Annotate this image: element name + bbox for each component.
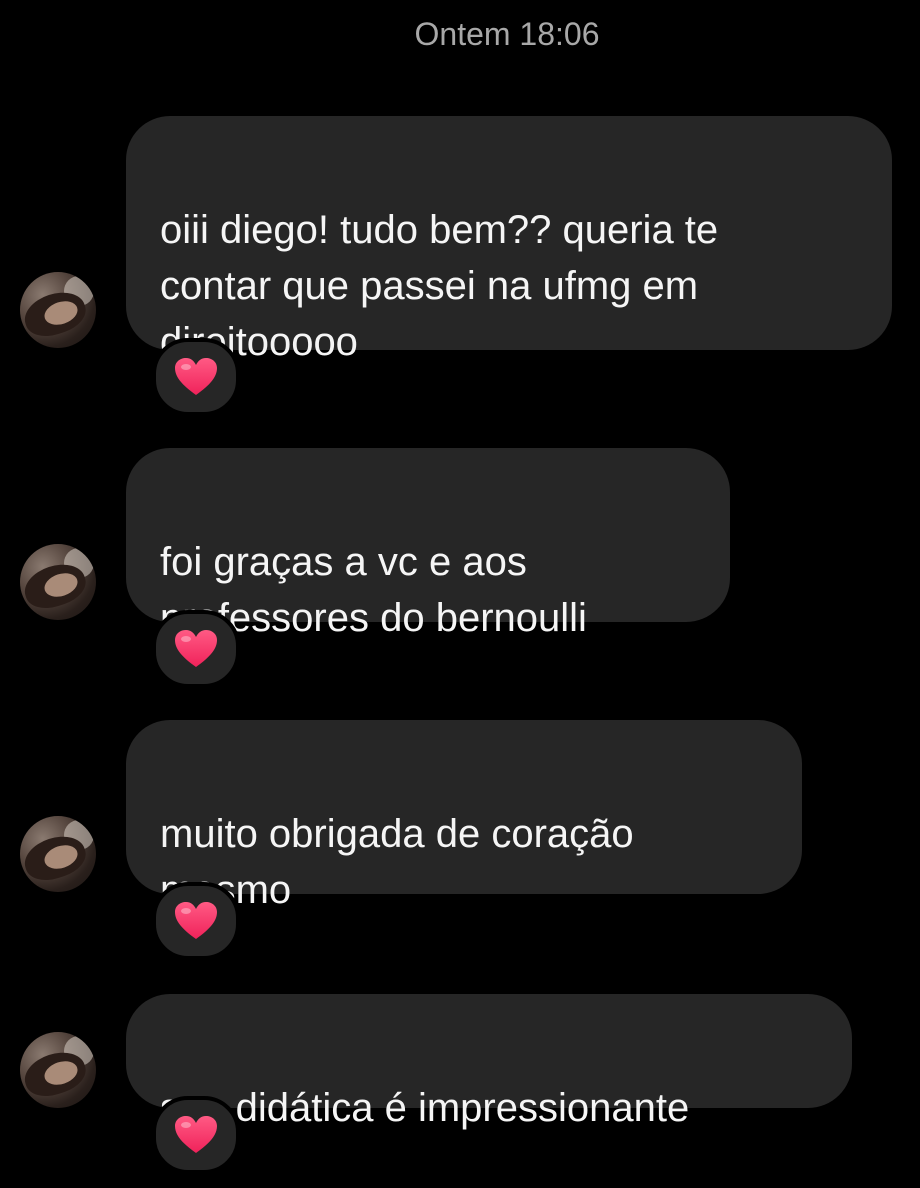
heart-reaction[interactable]: [152, 338, 240, 416]
message-timestamp: Ontem 18:06: [414, 16, 600, 52]
heart-reaction[interactable]: [152, 882, 240, 960]
message-text: sua didática é impressionante: [160, 1086, 690, 1130]
heart-icon: [175, 1116, 217, 1153]
heart-icon: [175, 902, 217, 939]
sender-avatar[interactable]: [20, 544, 96, 620]
timestamp-row: Ontem 18:06: [0, 16, 920, 53]
message-bubble[interactable]: foi graças a vc e aos professores do ber…: [126, 448, 730, 640]
sender-avatar[interactable]: [20, 272, 96, 348]
heart-reaction[interactable]: [152, 1096, 240, 1174]
heart-icon: [175, 358, 217, 395]
message-bubble[interactable]: oiii diego! tudo bem?? queria te contar …: [126, 116, 892, 364]
message-bubble[interactable]: sua didática é impressionante: [126, 994, 852, 1130]
message-bubble[interactable]: muito obrigada de coração mesmo: [126, 720, 802, 912]
message-text: oiii diego! tudo bem?? queria te contar …: [160, 208, 719, 364]
sender-avatar[interactable]: [20, 816, 96, 892]
heart-icon: [175, 630, 217, 667]
sender-avatar[interactable]: [20, 1032, 96, 1108]
heart-reaction[interactable]: [152, 610, 240, 688]
